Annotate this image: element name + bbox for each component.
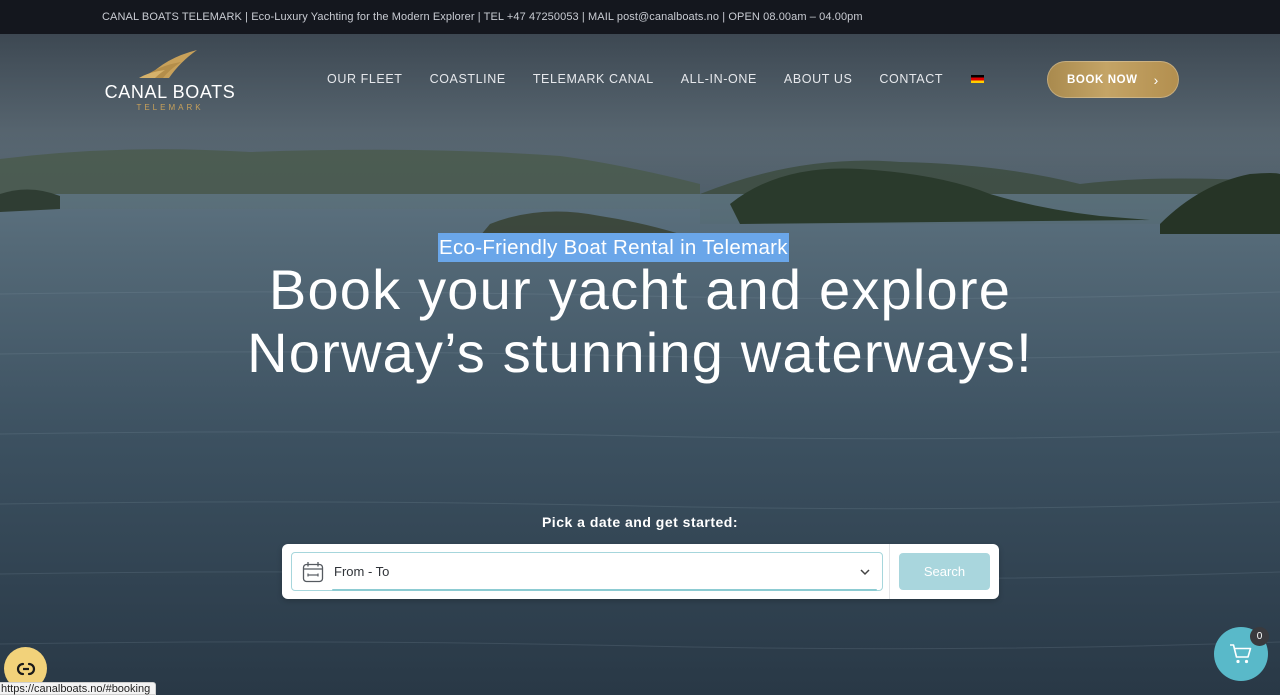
book-now-label: BOOK NOW (1067, 73, 1138, 86)
booking-divider (889, 544, 890, 599)
cart-count-badge: 0 (1250, 627, 1269, 646)
date-field-focus-line (332, 589, 877, 591)
nav-about-us[interactable]: ABOUT US (784, 72, 852, 86)
cookie-icon (16, 662, 35, 675)
chevron-right-icon: › (1153, 71, 1159, 88)
nav-coastline[interactable]: COASTLINE (430, 72, 506, 86)
booking-widget: From - To Search (282, 544, 999, 599)
hero-headline: Book your yacht and explore Norway’s stu… (0, 258, 1280, 384)
site-logo[interactable]: CANAL BOATS TELEMARK (100, 48, 240, 120)
booking-prompt: Pick a date and get started: (541, 514, 739, 530)
chevron-down-icon (860, 569, 870, 576)
nav-telemark-canal[interactable]: TELEMARK CANAL (533, 72, 654, 86)
shopping-cart-icon (1230, 644, 1252, 664)
date-range-value: From - To (334, 564, 390, 579)
main-nav: OUR FLEET COASTLINE TELEMARK CANAL ALL-I… (327, 70, 985, 88)
calendar-icon (302, 561, 324, 582)
headline-line-2: Norway’s stunning waterways! (247, 321, 1033, 384)
browser-status-url: https://canalboats.no/#booking (0, 682, 157, 695)
nav-contact[interactable]: CONTACT (879, 72, 943, 86)
book-now-button[interactable]: BOOK NOW › (1047, 61, 1179, 98)
logo-subtitle: TELEMARK (136, 103, 204, 112)
nav-our-fleet[interactable]: OUR FLEET (327, 72, 403, 86)
headline-line-1: Book your yacht and explore (268, 258, 1012, 321)
logo-title: CANAL BOATS (104, 82, 236, 102)
german-flag-icon[interactable] (971, 75, 985, 83)
top-info-text: CANAL BOATS TELEMARK | Eco-Luxury Yachti… (102, 11, 863, 23)
nav-all-in-one[interactable]: ALL-IN-ONE (681, 72, 757, 86)
date-range-field[interactable]: From - To (291, 552, 883, 591)
search-button[interactable]: Search (899, 553, 990, 590)
boat-logo-icon (139, 50, 197, 78)
top-info-bar: CANAL BOATS TELEMARK | Eco-Luxury Yachti… (0, 0, 1280, 34)
